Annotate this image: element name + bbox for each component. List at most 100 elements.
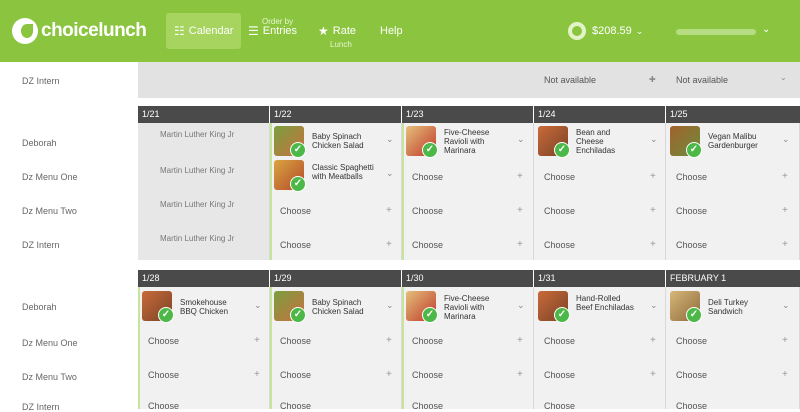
plus-icon[interactable]: + <box>782 171 788 182</box>
plus-icon[interactable]: + <box>517 369 523 380</box>
nav-help[interactable]: Help <box>380 13 403 49</box>
nav-calendar[interactable]: ☷ Calendar <box>166 13 242 49</box>
availability-select-1[interactable]: Not available <box>544 75 596 85</box>
balance-icon <box>568 22 586 40</box>
account-menu[interactable] <box>676 29 756 35</box>
plus-icon[interactable]: + <box>254 369 260 380</box>
nav-entries-label: Entries <box>262 25 298 37</box>
choose-select[interactable]: Choose <box>280 370 311 380</box>
plus-icon[interactable]: + <box>386 335 392 346</box>
row-label-intern: DZ Intern <box>22 402 60 412</box>
choose-select[interactable]: Choose <box>280 240 311 250</box>
choose-select[interactable]: Choose <box>280 401 311 411</box>
plus-icon[interactable]: + <box>517 205 523 216</box>
plus-icon[interactable]: + <box>517 335 523 346</box>
plus-icon[interactable]: + <box>517 171 523 182</box>
meal-name[interactable]: Smokehouse BBQ Chicken <box>180 298 242 316</box>
choose-select[interactable]: Choose <box>412 336 443 346</box>
account-balance[interactable]: $208.59 ⌄ <box>568 22 643 40</box>
plus-icon[interactable]: + <box>782 335 788 346</box>
choose-select[interactable]: Choose <box>676 172 707 182</box>
choose-select[interactable]: Choose <box>544 401 575 411</box>
top-navigation-bar: choicelunch ☷ Calendar Order by ☰ Entrie… <box>0 0 800 62</box>
choose-select[interactable]: Choose <box>676 240 707 250</box>
plus-icon[interactable]: + <box>650 171 656 182</box>
meal-name[interactable]: Five-Cheese Ravioli with Marinara <box>444 128 506 155</box>
choose-select[interactable]: Choose <box>148 401 179 411</box>
choose-select[interactable]: Choose <box>676 206 707 216</box>
plus-icon[interactable]: + <box>386 205 392 216</box>
checkmark-icon: ✓ <box>686 307 702 323</box>
chevron-down-icon[interactable]: ⌄ <box>517 134 525 145</box>
plus-icon[interactable]: + <box>650 369 656 380</box>
holiday-label: Martin Luther King Jr <box>160 130 235 139</box>
meal-name[interactable]: Five-Cheese Ravioli with Marinara <box>444 294 506 321</box>
column-accent <box>402 287 404 409</box>
choicelunch-logo[interactable]: choicelunch <box>12 18 147 44</box>
plus-icon[interactable]: + <box>782 369 788 380</box>
choose-select[interactable]: Choose <box>412 240 443 250</box>
chevron-down-icon[interactable]: ⌄ <box>386 168 394 179</box>
chevron-down-icon[interactable]: ⌄ <box>386 300 394 311</box>
choose-select[interactable]: Choose <box>148 370 179 380</box>
chevron-down-icon[interactable]: ⌄ <box>650 300 658 311</box>
chevron-down-icon[interactable]: ⌄ <box>650 134 658 145</box>
choose-select[interactable]: Choose <box>412 206 443 216</box>
checkmark-icon: ✓ <box>686 142 702 158</box>
nav-calendar-label: Calendar <box>188 25 234 37</box>
meal-name[interactable]: Deli Turkey Sandwich <box>708 298 770 316</box>
plus-icon[interactable]: + <box>650 239 656 250</box>
column-accent <box>138 287 140 409</box>
chevron-down-icon[interactable]: ⌄ <box>782 134 790 145</box>
meal-name[interactable]: Bean and Cheese Enchiladas <box>576 128 638 155</box>
choose-select[interactable]: Choose <box>412 401 443 411</box>
checkmark-icon: ✓ <box>158 307 174 323</box>
checkmark-icon: ✓ <box>290 176 306 192</box>
chevron-down-icon[interactable]: ⌄ <box>517 300 525 311</box>
row-label-menu-one: Dz Menu One <box>22 338 78 348</box>
balance-amount: $208.59 <box>592 25 632 37</box>
plus-icon[interactable]: + <box>254 335 260 346</box>
availability-select-2[interactable]: Not available <box>676 75 728 85</box>
choose-select[interactable]: Choose <box>544 370 575 380</box>
plus-icon[interactable]: + <box>650 205 656 216</box>
choose-select[interactable]: Choose <box>544 206 575 216</box>
choose-select[interactable]: Choose <box>412 370 443 380</box>
row-label-deborah: Deborah <box>22 138 57 148</box>
day-header: 1/25 <box>666 106 800 123</box>
choose-select[interactable]: Choose <box>148 336 179 346</box>
choose-select[interactable]: Choose <box>544 240 575 250</box>
nav-entries[interactable]: ☰ Entries <box>248 13 297 49</box>
meal-name[interactable]: Classic Spaghetti with Meatballs <box>312 163 374 181</box>
choose-select[interactable]: Choose <box>412 172 443 182</box>
checkmark-icon: ✓ <box>422 307 438 323</box>
plus-icon[interactable]: + <box>782 239 788 250</box>
plus-icon[interactable]: + <box>650 335 656 346</box>
choose-select[interactable]: Choose <box>544 336 575 346</box>
meal-name[interactable]: Hand-Rolled Beef Enchiladas <box>576 294 638 312</box>
chevron-down-icon[interactable]: ⌄ <box>386 134 394 145</box>
meal-name[interactable]: Vegan Malibu Gardenburger <box>708 132 778 150</box>
row-label-intern: DZ Intern <box>22 240 60 250</box>
chevron-down-icon[interactable]: ⌄ <box>782 300 790 311</box>
plus-icon[interactable]: + <box>386 239 392 250</box>
checkmark-icon: ✓ <box>290 307 306 323</box>
chevron-down-icon[interactable]: ⌄ <box>254 300 262 311</box>
plus-icon[interactable]: + <box>782 205 788 216</box>
choose-select[interactable]: Choose <box>676 336 707 346</box>
chevron-down-icon: ⌄ <box>635 25 644 36</box>
choose-select[interactable]: Choose <box>676 370 707 380</box>
column-accent <box>402 123 404 260</box>
meal-name[interactable]: Baby Spinach Chicken Salad <box>312 132 374 150</box>
choose-select[interactable]: Choose <box>280 336 311 346</box>
row-label-menu-one: Dz Menu One <box>22 172 78 182</box>
choose-select[interactable]: Choose <box>280 206 311 216</box>
chevron-down-icon[interactable]: ⌄ <box>762 24 770 35</box>
logo-text: choicelunch <box>41 20 147 41</box>
plus-icon[interactable]: + <box>517 239 523 250</box>
choose-select[interactable]: Choose <box>676 401 707 411</box>
plus-icon[interactable]: + <box>386 369 392 380</box>
holiday-label: Martin Luther King Jr <box>160 166 235 175</box>
meal-name[interactable]: Baby Spinach Chicken Salad <box>312 298 374 316</box>
choose-select[interactable]: Choose <box>544 172 575 182</box>
